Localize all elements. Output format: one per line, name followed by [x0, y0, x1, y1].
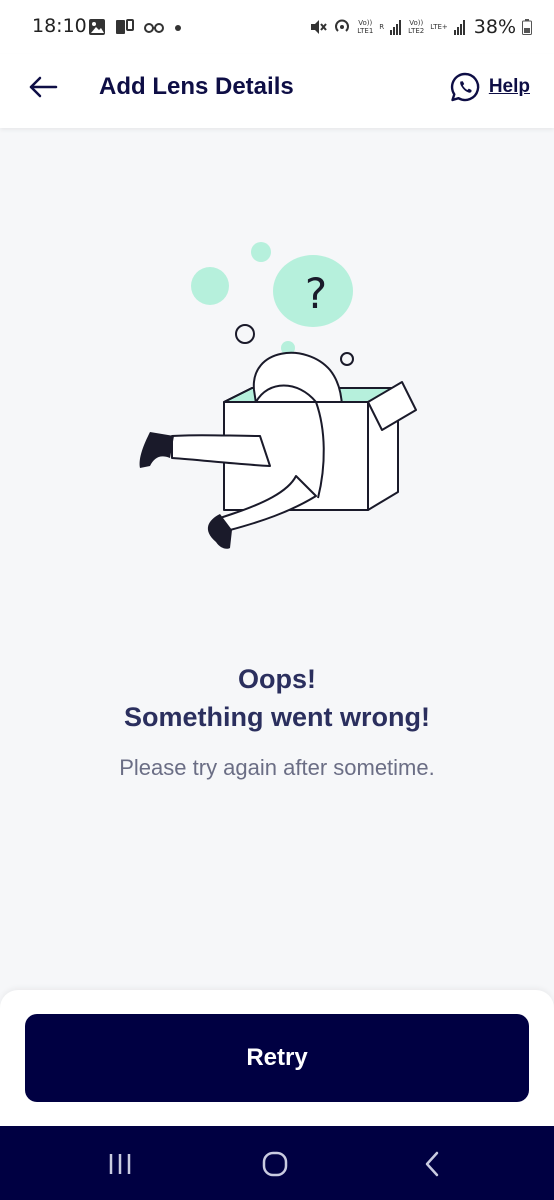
- glasses-icon: [144, 23, 164, 33]
- error-title-line2: Something went wrong!: [124, 702, 430, 732]
- person-leg-upper: [171, 434, 271, 467]
- status-bar: 18:10 Vo)) LTE1 R Vo)) LTE2 LTE+ 38%: [0, 0, 554, 54]
- bubble: [191, 267, 229, 305]
- mute-icon: [311, 20, 327, 34]
- system-nav-bar: [0, 1126, 554, 1200]
- bubble: [235, 324, 255, 344]
- home-icon: [262, 1151, 288, 1177]
- retry-button[interactable]: Retry: [25, 1014, 529, 1102]
- error-title-line1: Oops!: [238, 664, 316, 694]
- sim2-network: LTE+: [430, 23, 448, 31]
- status-left-icons: [88, 16, 183, 38]
- page-title: Add Lens Details: [99, 73, 294, 100]
- bubble: [251, 242, 271, 262]
- signal-icon: [453, 20, 465, 35]
- hotspot-icon: [335, 19, 350, 32]
- screen-mirror-icon: [116, 19, 134, 34]
- status-right-icons: Vo)) LTE1 R Vo)) LTE2 LTE+ 38%: [309, 14, 532, 40]
- bottom-sheet: Retry: [0, 990, 554, 1126]
- question-mark: ?: [305, 269, 327, 318]
- battery-icon: [522, 19, 532, 35]
- help-link[interactable]: Help: [449, 70, 530, 104]
- help-label: Help: [488, 76, 530, 97]
- signal-icon: [390, 20, 402, 35]
- whatsapp-icon: [450, 72, 480, 102]
- app-header: Add Lens Details Help: [0, 54, 554, 128]
- home-button[interactable]: [255, 1146, 295, 1182]
- shoe-upper: [139, 432, 174, 468]
- status-time: 18:10: [32, 15, 87, 37]
- gallery-icon: [89, 19, 105, 35]
- dot-icon: [175, 25, 181, 31]
- recent-apps-icon: [109, 1154, 131, 1174]
- battery-percent: 38%: [473, 16, 516, 38]
- bubble: [340, 352, 354, 366]
- back-button[interactable]: [26, 70, 60, 104]
- system-back-button[interactable]: [412, 1146, 452, 1182]
- error-illustration: ?: [139, 242, 417, 549]
- error-title: Oops! Something went wrong!: [0, 660, 554, 736]
- recent-apps-button[interactable]: [100, 1146, 140, 1182]
- back-icon: [425, 1151, 439, 1177]
- arrow-left-icon: [29, 76, 58, 98]
- sim2-label: Vo)) LTE2: [408, 19, 425, 35]
- sim1-roaming: R: [379, 23, 385, 31]
- error-subtitle: Please try again after sometime.: [119, 755, 435, 780]
- sim1-label: Vo)) LTE1: [357, 19, 374, 35]
